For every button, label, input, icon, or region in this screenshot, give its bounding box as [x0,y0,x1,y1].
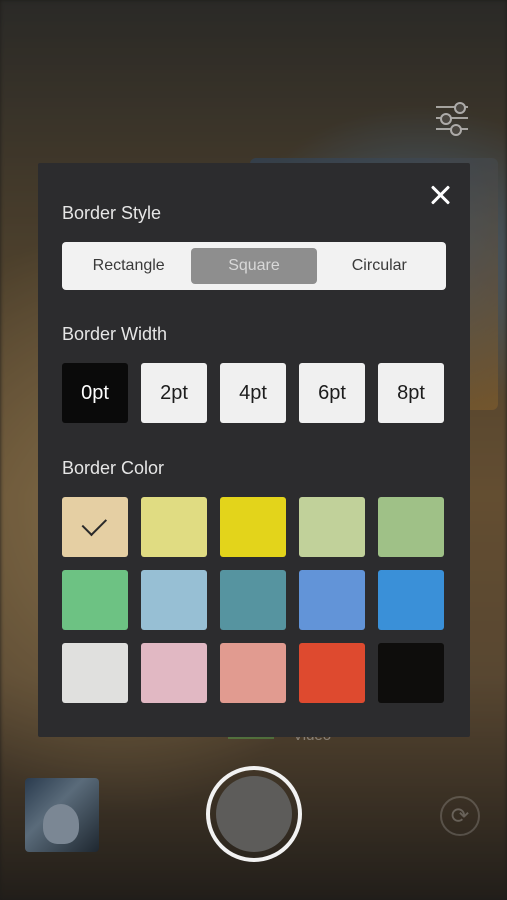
color-swatch-5[interactable] [378,497,444,557]
color-swatch-8[interactable] [220,570,286,630]
border-style-segmented-control: Rectangle Square Circular [62,242,446,290]
width-0pt-button[interactable]: 0pt [62,363,128,423]
width-4pt-button[interactable]: 4pt [220,363,286,423]
gallery-thumbnail[interactable] [25,778,99,852]
checkmark-icon [81,510,108,537]
border-style-circular[interactable]: Circular [317,248,442,284]
color-swatch-10[interactable] [378,570,444,630]
color-swatch-9[interactable] [299,570,365,630]
color-swatch-7[interactable] [141,570,207,630]
width-8pt-button[interactable]: 8pt [378,363,444,423]
border-color-grid [62,497,444,703]
border-style-title: Border Style [62,203,162,223]
border-color-title: Border Color [62,458,165,478]
border-width-options: 0pt 2pt 4pt 6pt 8pt [62,363,444,423]
color-swatch-13[interactable] [220,643,286,703]
shutter-button[interactable] [206,766,302,862]
border-style-rectangle[interactable]: Rectangle [66,248,191,284]
color-swatch-4[interactable] [299,497,365,557]
color-swatch-2[interactable] [141,497,207,557]
camera-switch-icon[interactable] [440,796,480,836]
filters-button[interactable] [432,100,472,136]
border-style-square[interactable]: Square [191,248,317,284]
border-settings-modal: Border Style Rectangle Square Circular B… [38,163,470,737]
color-swatch-1[interactable] [62,497,128,557]
color-swatch-3[interactable] [220,497,286,557]
close-icon[interactable] [426,181,454,209]
border-width-title: Border Width [62,324,168,344]
color-swatch-11[interactable] [62,643,128,703]
color-swatch-14[interactable] [299,643,365,703]
width-2pt-button[interactable]: 2pt [141,363,207,423]
color-swatch-12[interactable] [141,643,207,703]
color-swatch-6[interactable] [62,570,128,630]
color-swatch-15[interactable] [378,643,444,703]
width-6pt-button[interactable]: 6pt [299,363,365,423]
